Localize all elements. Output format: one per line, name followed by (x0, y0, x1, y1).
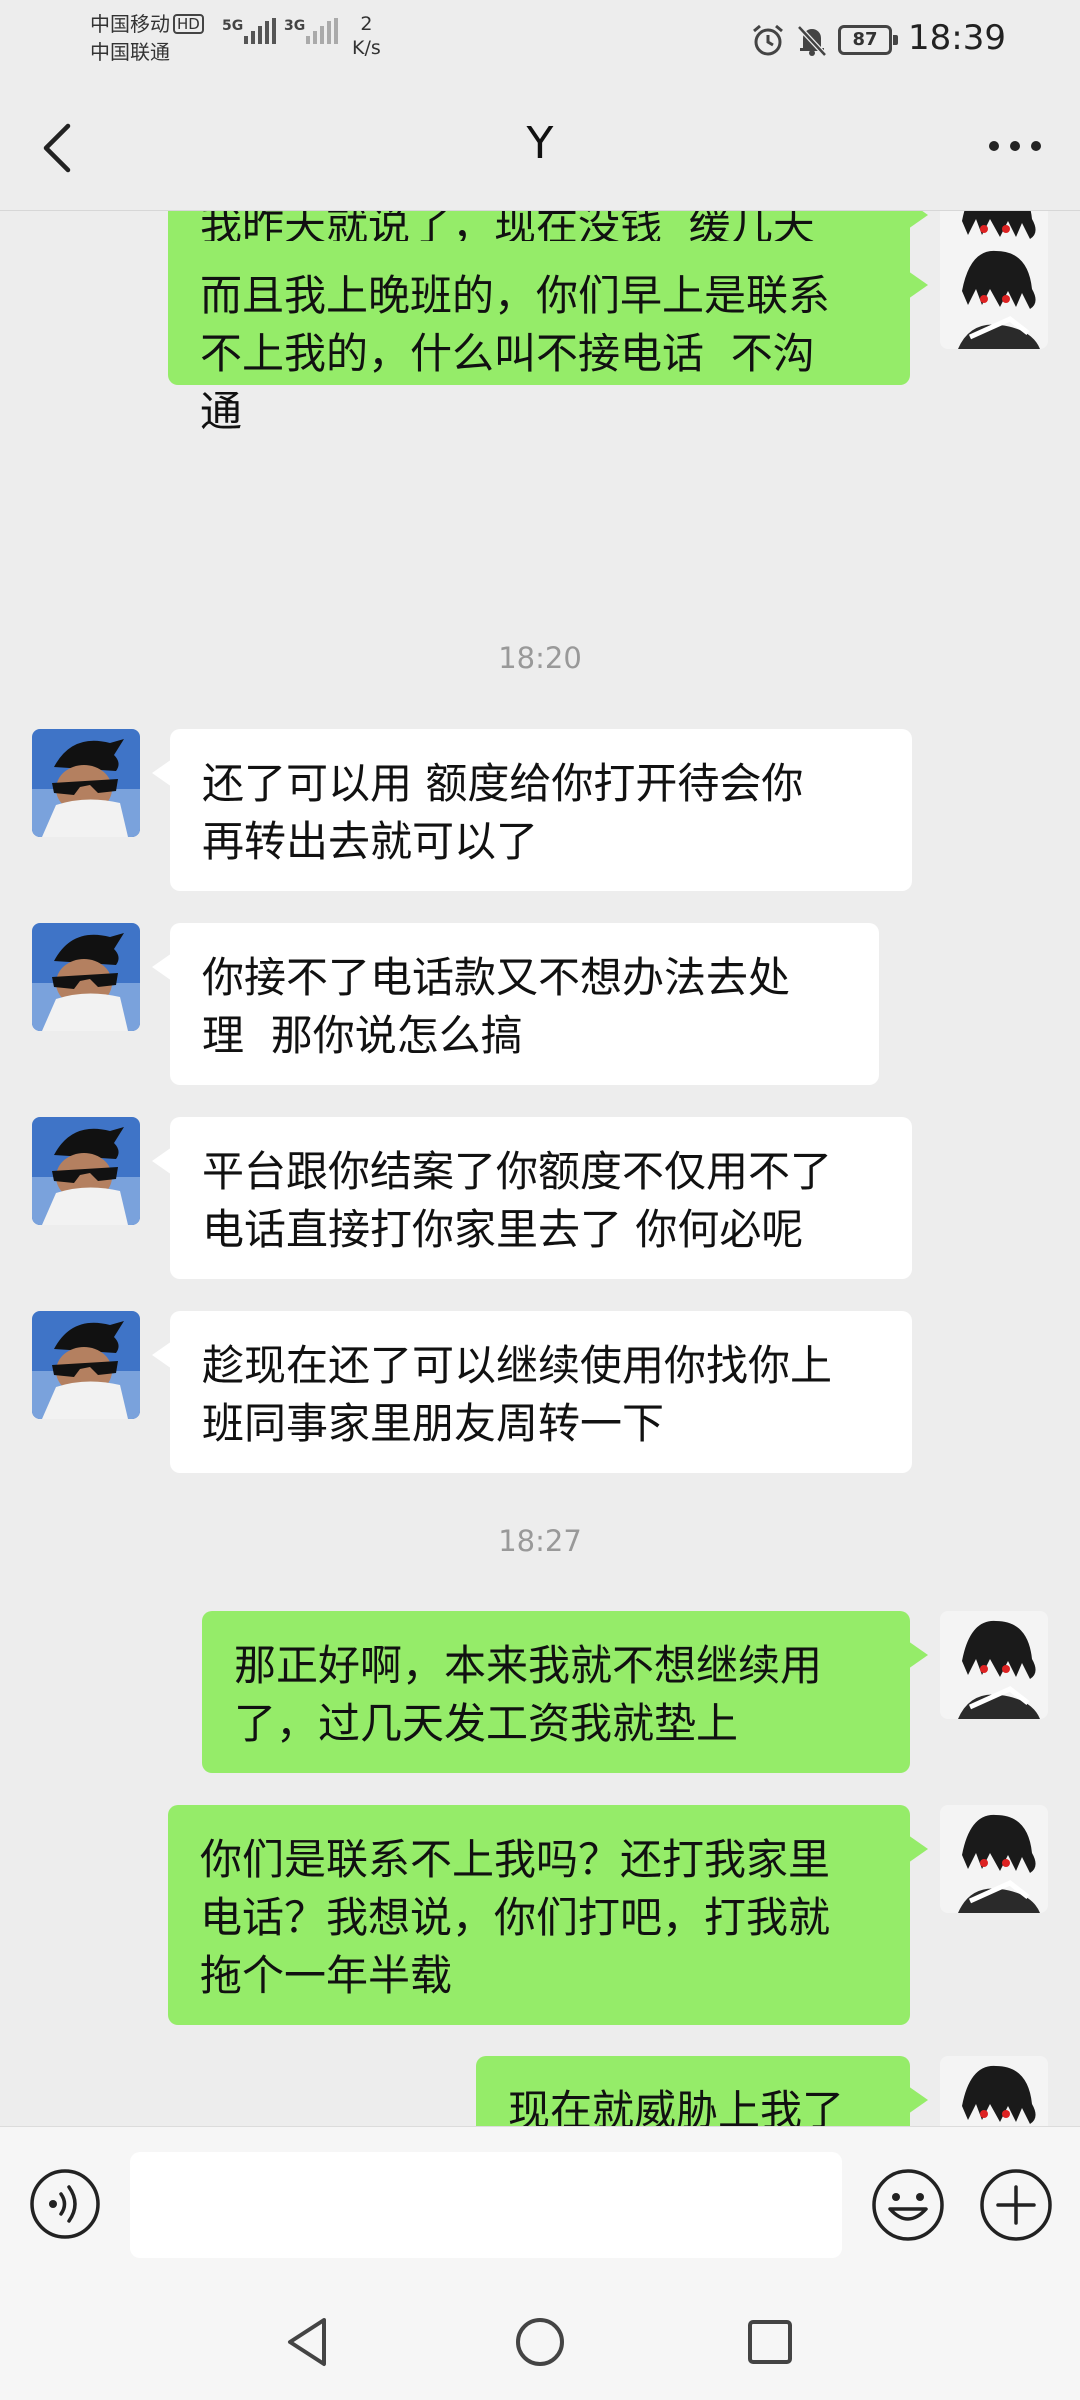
timestamp: 18:20 (498, 641, 582, 675)
signal-3g-label: 3G (284, 18, 306, 34)
my-message-bubble[interactable]: 而且我上晚班的，你们早上是联系 不上我的，什么叫不接电话 不沟 通 (168, 241, 928, 436)
emoji-icon[interactable] (870, 2167, 946, 2243)
my-message-bubble[interactable]: 你们是联系不上我吗？还打我家里 电话？我想说，你们打吧，打我就 拖个一年半载 (168, 1805, 928, 2025)
carrier-info: 中国移动 HD 中国联通 (90, 10, 204, 66)
system-nav-bar (0, 2282, 1080, 2400)
alarm-icon (753, 24, 783, 56)
contact-message-bubble[interactable]: 你接不了电话款又不想办法去处 理 那你说怎么搞 (152, 923, 879, 1085)
more-dots-icon[interactable] (980, 116, 1050, 176)
nav-home-icon[interactable] (512, 2312, 568, 2372)
voice-icon[interactable] (28, 2167, 102, 2241)
plus-icon[interactable] (978, 2167, 1054, 2243)
message-list[interactable]: 我昨天就说了，现在没钱 缓几天 再处理 而且我上晚班的，你们早上是联系 不上我的… (0, 211, 1080, 2126)
my-message-bubble[interactable]: 现在就威胁上我了 (476, 2056, 928, 2126)
status-bar: 中国移动 HD 中国联通 5G 3G 2 K/s 87 18:39 (0, 0, 1080, 80)
my-avatar[interactable] (940, 1805, 1048, 1913)
chat-title: Y (526, 118, 554, 169)
carrier-2-name: 中国联通 (90, 40, 170, 64)
network-speed: 2 K/s (352, 12, 381, 60)
network-speed-value: 2 (360, 13, 373, 35)
chat-header: Y (0, 80, 1080, 211)
hd-badge: HD (173, 14, 204, 34)
message-input[interactable] (130, 2152, 842, 2258)
contact-message-bubble[interactable]: 还了可以用 额度给你打开待会你 再转出去就可以了 (152, 729, 912, 891)
battery-icon: 87 (838, 25, 898, 55)
my-avatar[interactable] (940, 1611, 1048, 1719)
input-bar (0, 2126, 1080, 2282)
mute-icon (797, 25, 827, 57)
nav-recent-icon[interactable] (742, 2312, 798, 2372)
contact-avatar[interactable] (32, 923, 140, 1031)
my-avatar[interactable] (940, 2056, 1048, 2126)
contact-message-bubble[interactable]: 平台跟你结案了你额度不仅用不了 电话直接打你家里去了 你何必呢 (152, 1117, 912, 1279)
contact-avatar[interactable] (32, 1311, 140, 1419)
my-avatar[interactable] (940, 241, 1048, 349)
status-time: 18:39 (908, 18, 1006, 58)
contact-message-bubble[interactable]: 趁现在还了可以继续使用你找你上 班同事家里朋友周转一下 (152, 1311, 912, 1473)
contact-avatar[interactable] (32, 1117, 140, 1225)
signal-5g-label: 5G (222, 18, 244, 34)
timestamp: 18:27 (498, 1524, 582, 1558)
my-message-bubble[interactable]: 那正好啊，本来我就不想继续用 了，过几天发工资我就垫上 (202, 1611, 928, 1773)
network-speed-unit: K/s (352, 37, 381, 59)
carrier-1-name: 中国移动 (90, 12, 170, 36)
nav-back-icon[interactable] (280, 2312, 336, 2372)
contact-avatar[interactable] (32, 729, 140, 837)
